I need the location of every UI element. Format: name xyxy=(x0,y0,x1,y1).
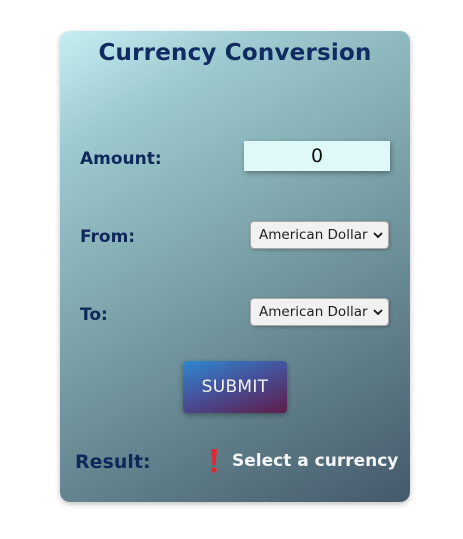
chevron-down-icon xyxy=(373,232,383,239)
from-currency-select[interactable]: American Dollar xyxy=(250,221,389,249)
page-title: Currency Conversion xyxy=(98,40,372,66)
converter-card xyxy=(60,31,410,502)
to-label: To: xyxy=(80,305,108,325)
result-label: Result: xyxy=(75,451,151,473)
exclamation-icon xyxy=(211,449,217,473)
to-currency-select[interactable]: American Dollar xyxy=(250,298,389,326)
amount-input[interactable] xyxy=(244,141,390,171)
amount-label: Amount: xyxy=(80,149,162,169)
chevron-down-icon xyxy=(373,309,383,316)
from-currency-value: American Dollar xyxy=(259,227,368,243)
submit-button[interactable]: SUBMIT xyxy=(183,361,287,413)
from-label: From: xyxy=(80,227,136,247)
to-currency-value: American Dollar xyxy=(259,304,368,320)
result-message: Select a currency xyxy=(232,451,399,471)
